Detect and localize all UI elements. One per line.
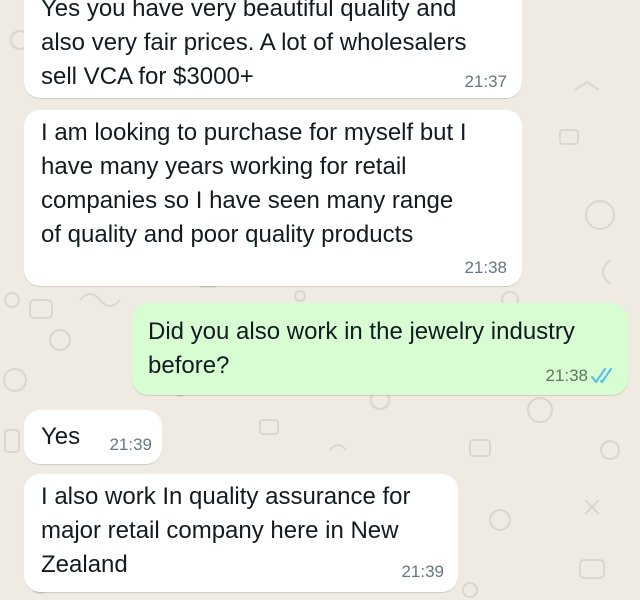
message-timestamp: 21:38 bbox=[464, 258, 507, 277]
message-bubble-incoming[interactable]: Yes you have very beautiful quality and … bbox=[24, 0, 522, 98]
message-timestamp: 21:39 bbox=[109, 435, 152, 454]
message-timestamp: 21:39 bbox=[401, 562, 444, 581]
chat-message-list[interactable]: Yes you have very beautiful quality and … bbox=[0, 0, 640, 600]
message-timestamp: 21:38 bbox=[545, 366, 588, 385]
message-text: I also work In quality assurance for maj… bbox=[41, 483, 411, 578]
message-timestamp: 21:37 bbox=[464, 72, 507, 91]
message-bubble-incoming[interactable]: I also work In quality assurance for maj… bbox=[24, 474, 458, 592]
message-text: Did you also work in the jewelry industr… bbox=[148, 318, 575, 379]
message-bubble-incoming[interactable]: I am looking to purchase for myself but … bbox=[24, 110, 522, 286]
message-text: Yes you have very beautiful quality and … bbox=[41, 0, 467, 90]
message-text: I am looking to purchase for myself but … bbox=[41, 119, 467, 248]
message-bubble-outgoing[interactable]: Did you also work in the jewelry industr… bbox=[132, 303, 628, 395]
double-check-read-icon bbox=[591, 368, 612, 383]
message-text: Yes bbox=[41, 423, 81, 450]
message-bubble-incoming[interactable]: Yes 21:39 bbox=[24, 410, 162, 464]
